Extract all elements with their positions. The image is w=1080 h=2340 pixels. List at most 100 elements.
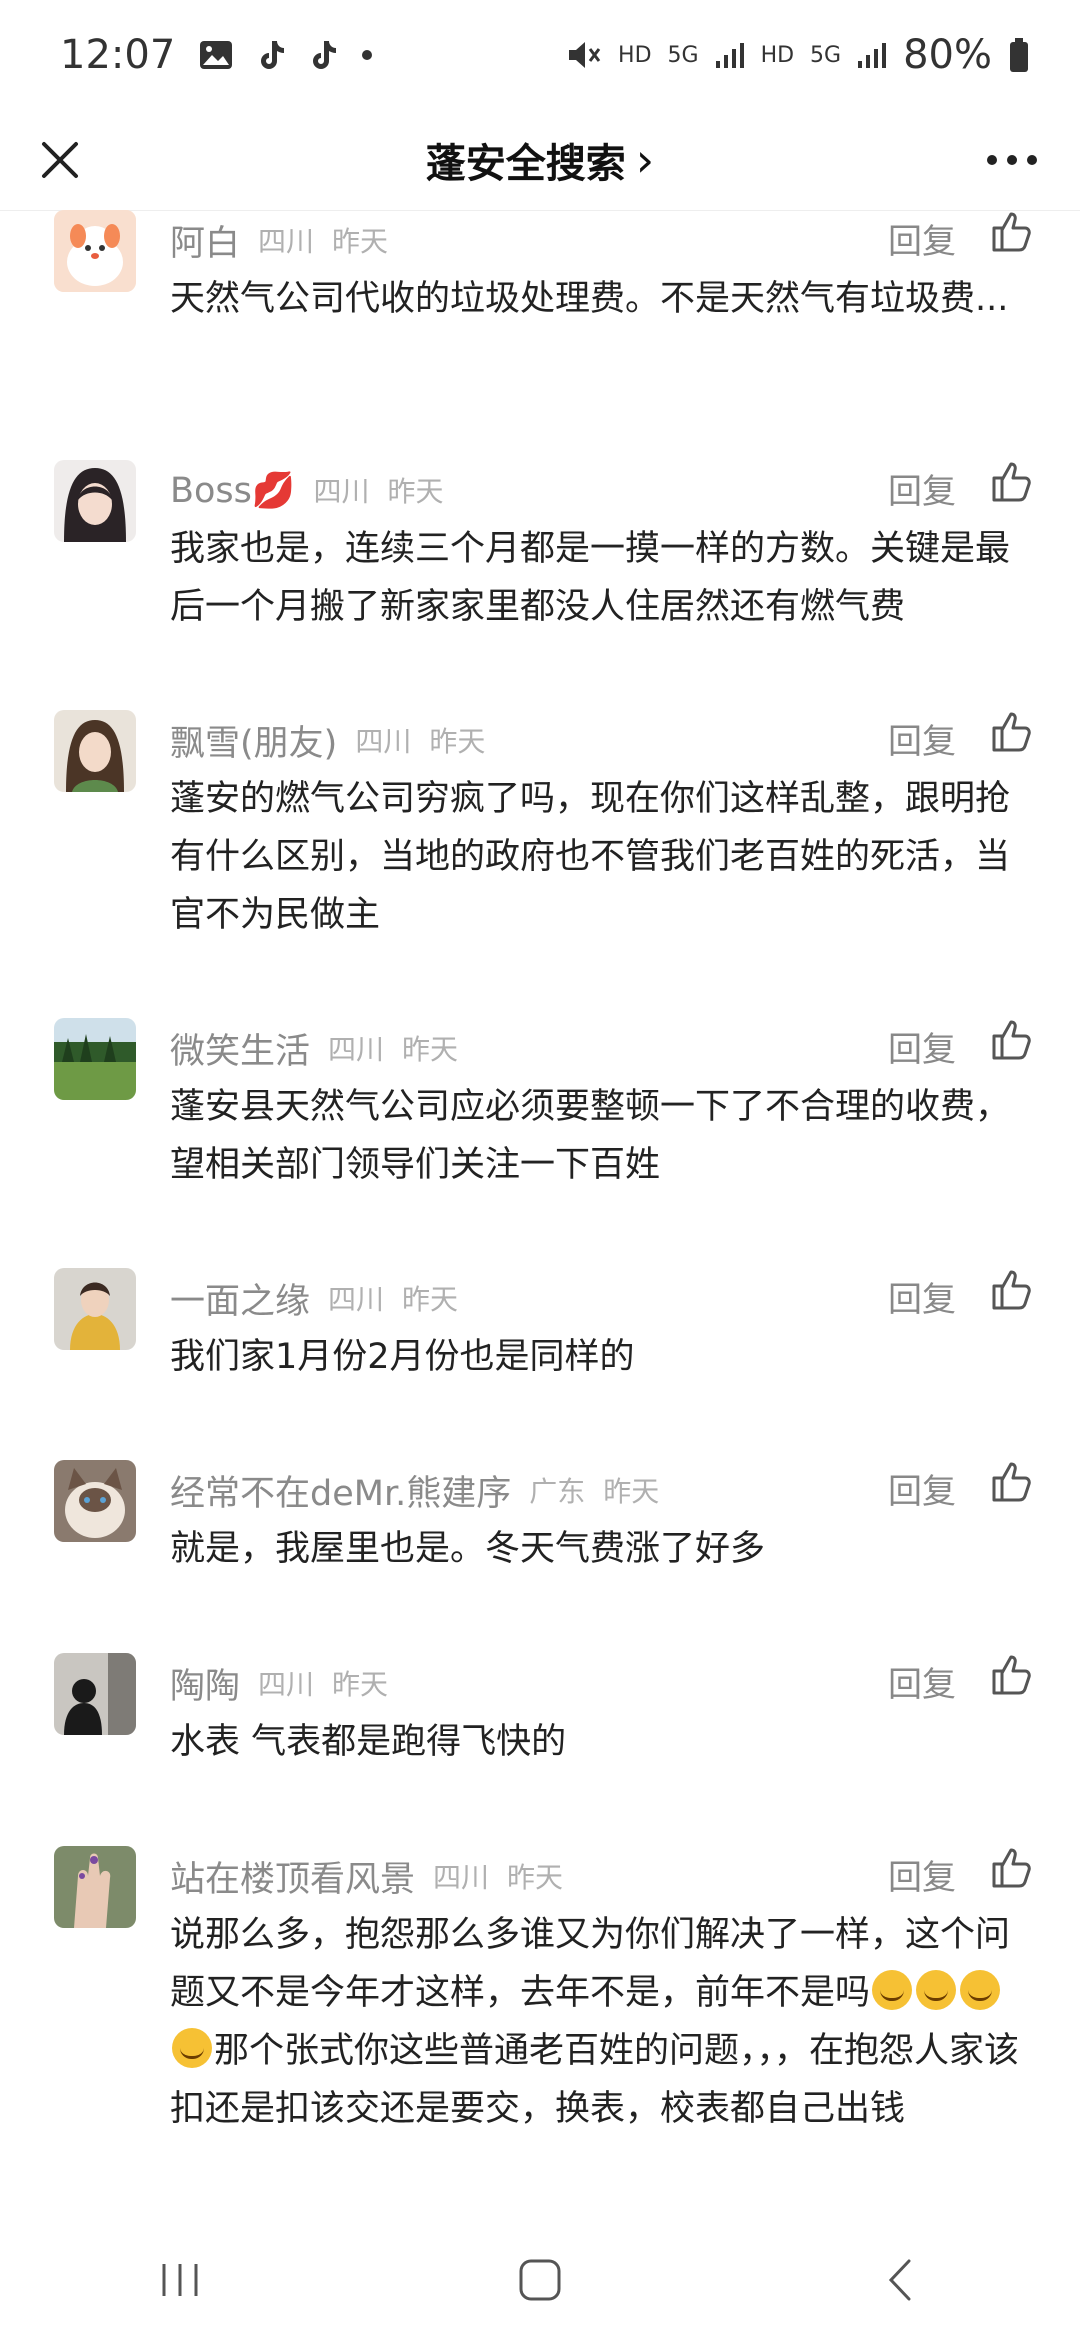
reply-button[interactable]: 回复	[888, 714, 956, 763]
pensive-face-emoji-icon	[172, 2028, 212, 2068]
avatar[interactable]	[54, 210, 136, 292]
close-icon	[42, 142, 78, 178]
avatar[interactable]	[54, 1846, 136, 1928]
comment-location: 四川	[328, 1033, 385, 1066]
thumbs-up-icon	[992, 462, 1031, 502]
tiktok-icon	[257, 39, 285, 71]
status-bar: 12:07 HD 5G HD 5G 80%	[0, 0, 1080, 110]
avatar[interactable]	[54, 1653, 136, 1735]
avatar[interactable]	[54, 710, 136, 792]
comment-author[interactable]: 陶陶	[170, 1658, 240, 1709]
system-nav-bar	[0, 2220, 1080, 2340]
recent-apps-icon	[162, 2264, 198, 2296]
pensive-face-emoji-icon	[872, 1970, 913, 2010]
like-button[interactable]	[988, 1016, 1036, 1064]
home-button[interactable]	[480, 2240, 600, 2320]
comment-text: 蓬安的燃气公司穷疯了吗，现在你们这样乱整，跟明抢有什么区别，当地的政府也不管我们…	[170, 779, 1011, 935]
close-button[interactable]	[28, 128, 92, 192]
comment-time: 昨天	[387, 475, 444, 508]
gallery-icon	[199, 40, 233, 70]
comment-list[interactable]: 阿白 四川 昨天 回复 天然气公司代收的垃圾处理费。不是天然气有垃圾费... B…	[0, 210, 1080, 2220]
like-button[interactable]	[988, 458, 1036, 506]
like-button[interactable]	[988, 1844, 1036, 1892]
comment-author[interactable]: 阿白	[170, 215, 240, 266]
chevron-right-icon: ›	[635, 133, 655, 187]
avatar[interactable]	[54, 1018, 136, 1100]
network-5g-label: 5G	[667, 42, 699, 68]
status-time: 12:07	[60, 32, 176, 78]
back-button[interactable]	[840, 2240, 960, 2320]
like-button[interactable]	[988, 1651, 1036, 1699]
reply-button[interactable]: 回复	[888, 1022, 956, 1071]
comment-author[interactable]: 微笑生活	[170, 1023, 310, 1074]
back-icon	[888, 2259, 911, 2301]
network-hd-label: HD	[618, 42, 652, 68]
thumbs-up-icon	[992, 1848, 1031, 1888]
comment-time: 昨天	[507, 1861, 564, 1894]
comment-text: 我家也是，连续三个月都是一摸一样的方数。关键是最后一个月搬了新家家里都没人住居然…	[170, 529, 1011, 627]
battery-icon	[1008, 37, 1030, 73]
more-icon	[987, 155, 1037, 165]
comment-text: 水表 气表都是跑得飞快的	[170, 1722, 567, 1762]
avatar[interactable]	[54, 460, 136, 542]
thumbs-up-icon	[992, 1462, 1031, 1502]
comment-text: 天然气公司代收的垃圾处理费。不是天然气有垃圾费...	[170, 279, 1009, 319]
thumbs-up-icon	[992, 1270, 1031, 1310]
comment-location: 四川	[328, 1283, 385, 1316]
network-hd-label: HD	[760, 42, 795, 68]
reply-button[interactable]: 回复	[888, 1464, 956, 1513]
reply-button[interactable]: 回复	[888, 1850, 956, 1899]
thumbs-up-icon	[992, 1020, 1031, 1060]
top-nav-bar: 蓬安全搜索 ›	[0, 110, 1080, 211]
comment-author[interactable]: 飘雪(朋友)	[170, 715, 337, 766]
signal-icon	[715, 41, 745, 69]
comment-time: 昨天	[402, 1283, 459, 1316]
avatar[interactable]	[54, 1460, 136, 1542]
reply-button[interactable]: 回复	[888, 1657, 956, 1706]
reply-button[interactable]: 回复	[888, 1272, 956, 1321]
more-options-button[interactable]	[972, 128, 1052, 192]
like-button[interactable]	[988, 708, 1036, 756]
comment-author[interactable]: 站在楼顶看风景	[170, 1851, 415, 1902]
comment-text: 我们家1月份2月份也是同样的	[170, 1337, 635, 1377]
tiktok-icon	[309, 39, 337, 71]
comment-author[interactable]: 经常不在⁠⁠deMr.熊建序	[170, 1465, 511, 1516]
comment-time: 昨天	[402, 1033, 459, 1066]
dot-icon	[361, 49, 373, 61]
reply-button[interactable]: 回复	[888, 214, 956, 263]
status-left: 12:07	[60, 32, 373, 78]
comment-text: 说那么多，抱怨那么多谁又为你们解决了一样，这个问题又不是今年才这样，去年不是，前…	[170, 1906, 1030, 2138]
comment-author[interactable]: 一面之缘	[170, 1273, 310, 1324]
comment-time: 昨天	[332, 225, 389, 258]
like-button[interactable]	[988, 210, 1036, 256]
comment-location: 四川	[258, 225, 315, 258]
like-button[interactable]	[988, 1458, 1036, 1506]
home-icon	[519, 2259, 561, 2301]
status-right: HD 5G HD 5G 80%	[566, 32, 1030, 78]
battery-percentage: 80%	[903, 32, 992, 78]
comment-text-part: 那个张式你这些普通老百姓的问题，，，在抱怨人家该扣还是扣该交还是要交，换表，校表…	[170, 2031, 1020, 2129]
comment-time: 昨天	[332, 1668, 389, 1701]
comment-author[interactable]: Boss💋	[170, 470, 295, 511]
comment-location: 四川	[258, 1668, 315, 1701]
comment-text: 蓬安县天然气公司应必须要整顿一下了不合理的收费，望相关部门领导们关注一下百姓	[170, 1087, 1011, 1185]
pensive-face-emoji-icon	[916, 1970, 957, 2010]
search-title-link[interactable]: 蓬安全搜索 ›	[426, 131, 654, 189]
network-5g-label: 5G	[810, 42, 842, 68]
comment-location: 四川	[313, 475, 370, 508]
mute-icon	[566, 38, 602, 72]
comment-location: 四川	[355, 725, 412, 758]
recent-apps-button[interactable]	[120, 2240, 240, 2320]
like-button[interactable]	[988, 1266, 1036, 1314]
thumbs-up-icon	[992, 1655, 1031, 1695]
avatar[interactable]	[54, 1268, 136, 1350]
comment-location: 广东	[529, 1475, 586, 1508]
thumbs-up-icon	[992, 212, 1031, 252]
reply-button[interactable]: 回复	[888, 464, 956, 513]
comment-location: 四川	[433, 1861, 490, 1894]
thumbs-up-icon	[992, 712, 1031, 752]
comment-time: 昨天	[429, 725, 486, 758]
comment-time: 昨天	[603, 1475, 660, 1508]
pensive-face-emoji-icon	[960, 1970, 1001, 2010]
page-title: 蓬安全搜索	[425, 141, 626, 187]
